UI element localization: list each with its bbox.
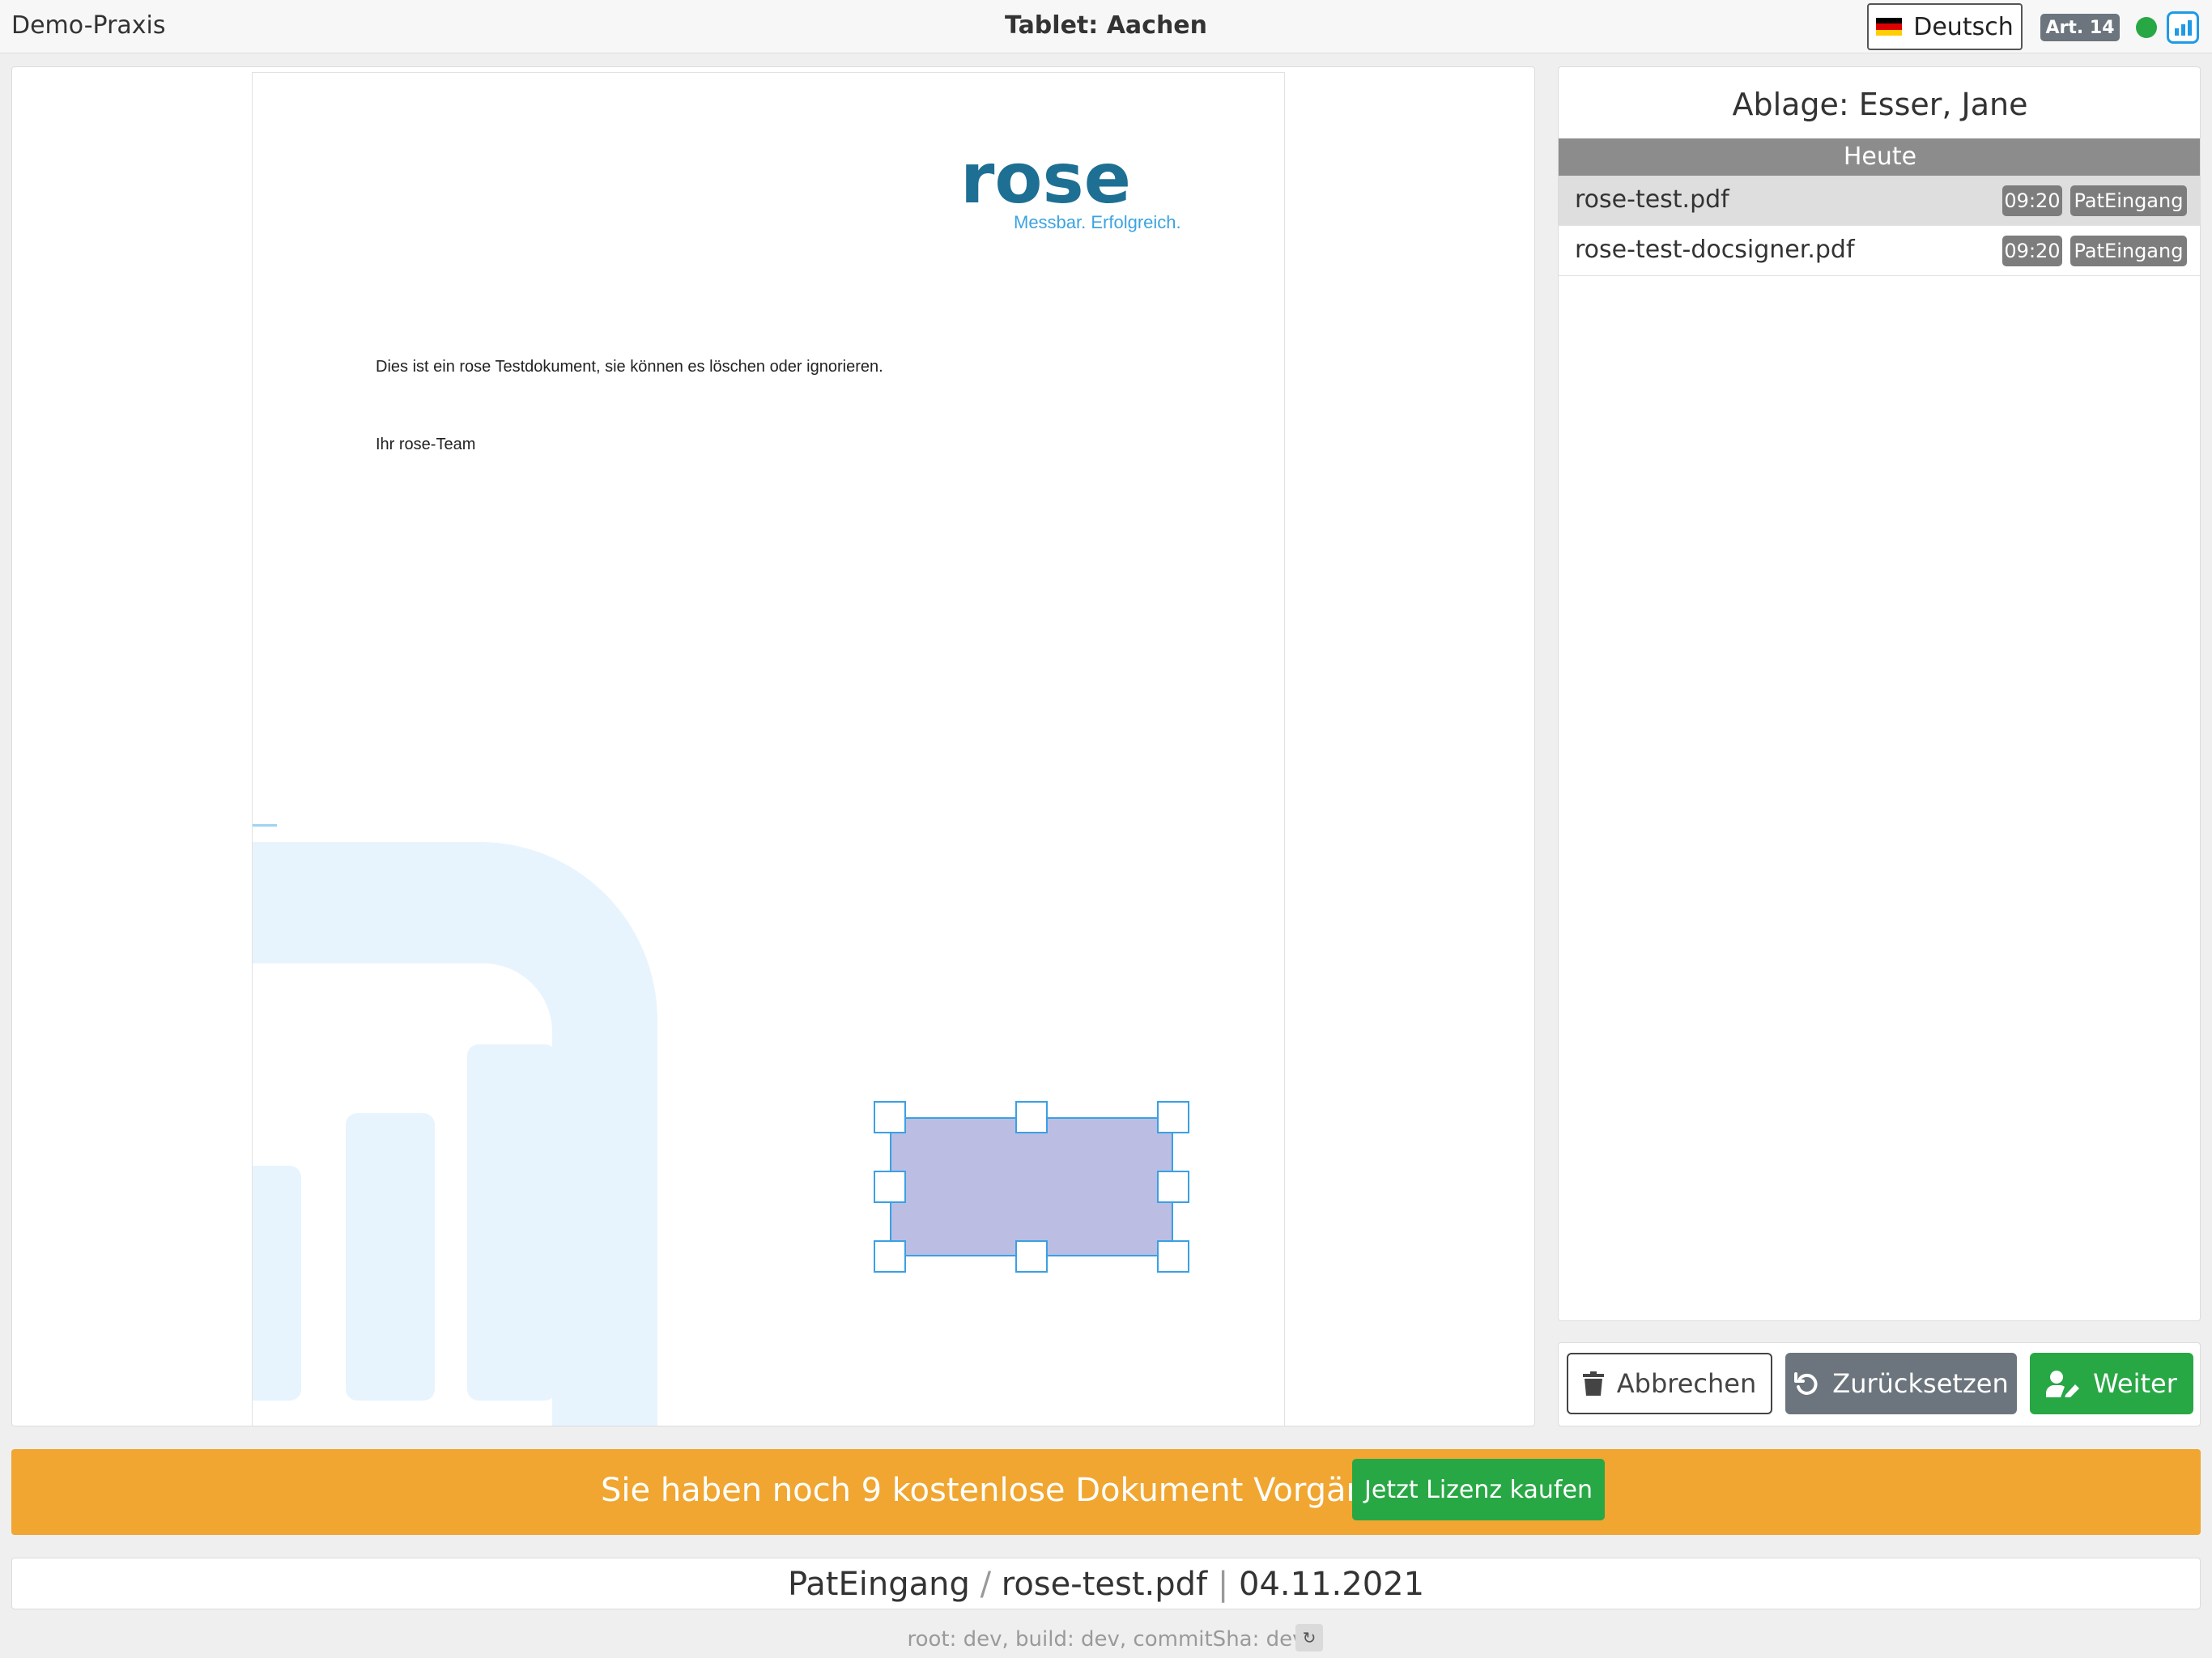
next-label: Weiter <box>2093 1368 2177 1399</box>
category-badge: PatEingang <box>2070 236 2187 266</box>
info-separator-slash: / <box>980 1566 1002 1603</box>
logo-text: rose <box>960 146 1131 219</box>
resize-handle-top-left[interactable] <box>874 1101 906 1133</box>
undo-icon <box>1794 1372 1818 1395</box>
rose-logo-icon: rose Messbar. Erfolgreich. <box>960 146 1181 232</box>
info-date: 04.11.2021 <box>1239 1566 1425 1603</box>
reset-label: Zurücksetzen <box>1832 1368 2009 1399</box>
signature-field[interactable] <box>890 1117 1173 1256</box>
logo-tagline: Messbar. Erfolgreich. <box>1014 212 1181 232</box>
top-bar: Demo-Praxis Tablet: Aachen Deutsch Art. … <box>0 0 2212 53</box>
app-logo-icon[interactable] <box>2167 11 2199 44</box>
language-button[interactable]: Deutsch <box>1867 3 2023 50</box>
watermark-line <box>253 824 277 827</box>
user-edit-icon <box>2046 1371 2080 1397</box>
resize-handle-bottom[interactable] <box>1015 1240 1048 1273</box>
reload-icon[interactable]: ↻ <box>1295 1624 1323 1652</box>
document-list-item[interactable]: rose-test-docsigner.pdf 09:20 PatEingang <box>1559 226 2200 276</box>
document-name: rose-test.pdf <box>1575 185 1729 214</box>
connection-status-icon <box>2136 17 2157 38</box>
cancel-button[interactable]: Abbrechen <box>1567 1353 1772 1414</box>
cancel-label: Abbrechen <box>1616 1368 1757 1399</box>
next-button[interactable]: Weiter <box>2030 1353 2193 1414</box>
resize-handle-bottom-right[interactable] <box>1157 1240 1189 1273</box>
resize-handle-bottom-left[interactable] <box>874 1240 906 1273</box>
german-flag-icon <box>1876 18 1903 36</box>
watermark-logo-icon <box>253 842 657 1426</box>
license-message: Sie haben noch 9 kostenlose Dokument Vor… <box>601 1472 1418 1509</box>
category-badge: PatEingang <box>2070 185 2187 216</box>
document-body-text: Dies ist ein rose Testdokument, sie könn… <box>376 358 883 376</box>
resize-handle-top-right[interactable] <box>1157 1101 1189 1133</box>
document-name: rose-test-docsigner.pdf <box>1575 236 1855 264</box>
info-separator-pipe: | <box>1217 1566 1240 1603</box>
trash-icon <box>1582 1371 1604 1396</box>
license-banner: Sie haben noch 9 kostenlose Dokument Vor… <box>11 1449 2201 1535</box>
info-category: PatEingang <box>787 1566 970 1603</box>
document-list-item[interactable]: rose-test.pdf 09:20 PatEingang <box>1559 176 2200 226</box>
reset-button[interactable]: Zurücksetzen <box>1785 1353 2017 1414</box>
language-label: Deutsch <box>1913 12 2014 41</box>
time-badge: 09:20 <box>2002 185 2062 216</box>
ablage-panel: Ablage: Esser, Jane Heute rose-test.pdf … <box>1558 66 2201 1321</box>
action-bar: Abbrechen Zurücksetzen Weiter <box>1558 1342 2201 1426</box>
build-info: root: dev, build: dev, commitSha: dev <box>907 1627 1305 1652</box>
document-signature-text: Ihr rose-Team <box>376 436 476 453</box>
pdf-viewer[interactable]: rose Messbar. Erfolgreich. Dies ist ein … <box>11 66 1535 1426</box>
resize-handle-right[interactable] <box>1157 1171 1189 1203</box>
info-file: rose-test.pdf <box>1001 1566 1208 1603</box>
group-header-today: Heute <box>1559 138 2200 176</box>
time-badge: 09:20 <box>2002 236 2062 266</box>
resize-handle-top[interactable] <box>1015 1101 1048 1133</box>
ablage-title: Ablage: Esser, Jane <box>1732 87 2028 122</box>
document-info-bar: PatEingang / rose-test.pdf | 04.11.2021 <box>11 1558 2201 1609</box>
buy-license-button[interactable]: Jetzt Lizenz kaufen <box>1352 1459 1605 1520</box>
resize-handle-left[interactable] <box>874 1171 906 1203</box>
art-badge[interactable]: Art. 14 <box>2040 14 2120 41</box>
